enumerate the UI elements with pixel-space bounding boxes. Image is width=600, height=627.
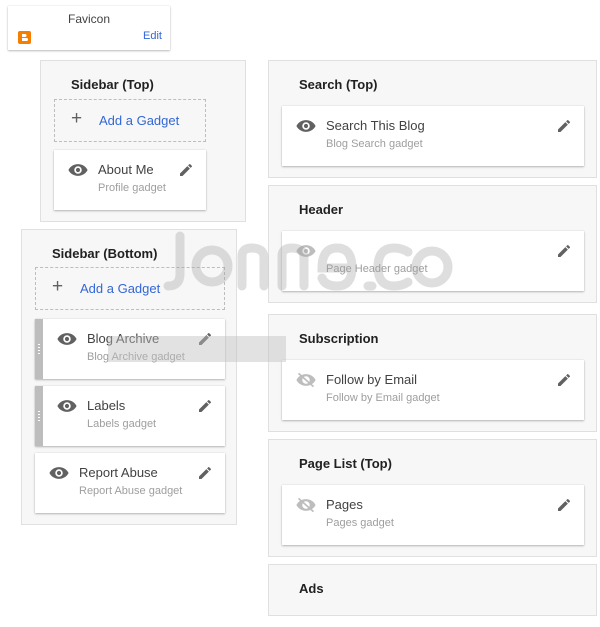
gadget-name: Follow by Email bbox=[326, 372, 418, 387]
favicon-title: Favicon bbox=[68, 12, 111, 26]
search-top-section: Search (Top) Search This Blog Blog Searc… bbox=[268, 60, 597, 178]
header-section: Header Page Header gadget bbox=[268, 185, 597, 303]
gadget-pages[interactable]: Pages Pages gadget bbox=[282, 485, 584, 545]
page-list-top-title: Page List (Top) bbox=[299, 456, 392, 471]
gadget-labels[interactable]: Labels Labels gadget bbox=[35, 386, 225, 446]
gadget-name: Blog Archive bbox=[87, 331, 160, 346]
sidebar-bottom-section: Sidebar (Bottom) + Add a Gadget Blog Arc… bbox=[21, 229, 237, 525]
ads-section: Ads bbox=[268, 564, 597, 616]
pencil-icon[interactable] bbox=[197, 398, 213, 414]
search-top-title: Search (Top) bbox=[299, 77, 378, 92]
pencil-icon[interactable] bbox=[197, 465, 213, 481]
gadget-name: Pages bbox=[326, 497, 363, 512]
gadget-page-header[interactable]: Page Header gadget bbox=[282, 231, 584, 291]
eye-icon[interactable] bbox=[49, 466, 69, 480]
gadget-name: Search This Blog bbox=[326, 118, 425, 133]
favicon-card: Favicon Edit bbox=[8, 6, 170, 50]
favicon-edit-link[interactable]: Edit bbox=[143, 30, 162, 42]
gadget-type: Report Abuse gadget bbox=[79, 485, 183, 497]
blogger-icon bbox=[18, 31, 31, 44]
gadget-about-me[interactable]: About Me Profile gadget bbox=[54, 150, 206, 210]
gadget-type: Profile gadget bbox=[98, 182, 166, 194]
plus-icon: + bbox=[52, 276, 64, 297]
gadget-name: Report Abuse bbox=[79, 465, 158, 480]
pencil-icon[interactable] bbox=[197, 331, 213, 347]
eye-icon[interactable] bbox=[296, 119, 316, 133]
gadget-name: Labels bbox=[87, 398, 126, 413]
ads-title: Ads bbox=[299, 581, 324, 596]
gadget-type: Blog Archive gadget bbox=[87, 351, 185, 363]
gadget-type: Page Header gadget bbox=[326, 263, 428, 275]
sidebar-top-add-gadget-button[interactable]: + Add a Gadget bbox=[54, 99, 206, 142]
subscription-title: Subscription bbox=[299, 331, 379, 346]
pencil-icon[interactable] bbox=[556, 118, 572, 134]
page-list-top-section: Page List (Top) Pages Pages gadget bbox=[268, 439, 597, 557]
gadget-name: About Me bbox=[98, 162, 154, 177]
gadget-type: Blog Search gadget bbox=[326, 138, 423, 150]
pencil-icon[interactable] bbox=[556, 243, 572, 259]
eye-off-icon[interactable] bbox=[296, 497, 316, 513]
gadget-blog-archive[interactable]: Blog Archive Blog Archive gadget bbox=[35, 319, 225, 379]
sidebar-bottom-add-gadget-button[interactable]: + Add a Gadget bbox=[35, 267, 225, 310]
add-gadget-label: Add a Gadget bbox=[99, 113, 180, 128]
pencil-icon[interactable] bbox=[556, 497, 572, 513]
gadget-report-abuse[interactable]: Report Abuse Report Abuse gadget bbox=[35, 453, 225, 513]
eye-icon[interactable] bbox=[57, 332, 77, 346]
eye-icon[interactable] bbox=[57, 399, 77, 413]
sidebar-top-section: Sidebar (Top) + Add a Gadget About Me Pr… bbox=[40, 60, 246, 222]
eye-off-icon[interactable] bbox=[296, 372, 316, 388]
gadget-type: Pages gadget bbox=[326, 517, 394, 529]
eye-icon[interactable] bbox=[296, 244, 316, 258]
drag-handle[interactable] bbox=[35, 386, 43, 446]
gadget-type: Labels gadget bbox=[87, 418, 157, 430]
sidebar-top-title: Sidebar (Top) bbox=[71, 77, 154, 92]
gadget-follow-by-email[interactable]: Follow by Email Follow by Email gadget bbox=[282, 360, 584, 420]
drag-handle[interactable] bbox=[35, 319, 43, 379]
pencil-icon[interactable] bbox=[556, 372, 572, 388]
gadget-type: Follow by Email gadget bbox=[326, 392, 440, 404]
subscription-section: Subscription Follow by Email Follow by E… bbox=[268, 314, 597, 432]
plus-icon: + bbox=[71, 108, 83, 129]
add-gadget-label: Add a Gadget bbox=[80, 281, 161, 296]
gadget-search-this-blog[interactable]: Search This Blog Blog Search gadget bbox=[282, 106, 584, 166]
pencil-icon[interactable] bbox=[178, 162, 194, 178]
header-title: Header bbox=[299, 202, 344, 217]
sidebar-bottom-title: Sidebar (Bottom) bbox=[52, 246, 158, 261]
eye-icon[interactable] bbox=[68, 163, 88, 177]
